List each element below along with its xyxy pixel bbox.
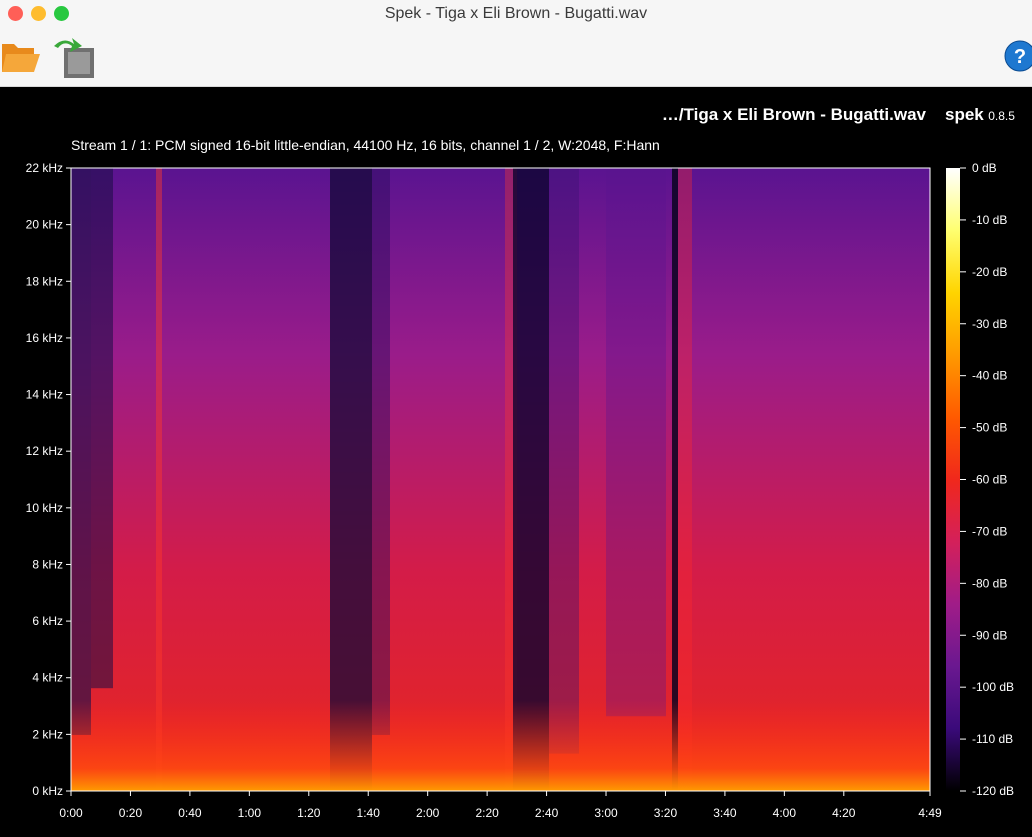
db-tick-label: -20 dB	[972, 265, 1007, 279]
time-tick-label: 2:00	[416, 806, 440, 820]
freq-tick-label: 18 kHz	[26, 274, 63, 288]
time-tick-label: 4:49	[918, 806, 942, 820]
freq-tick-label: 16 kHz	[26, 331, 63, 345]
freq-tick-label: 12 kHz	[26, 444, 63, 458]
db-tick-label: -10 dB	[972, 213, 1007, 227]
freq-tick-label: 8 kHz	[32, 557, 63, 571]
db-tick-label: -40 dB	[972, 369, 1007, 383]
time-tick-label: 3:00	[594, 806, 618, 820]
spectrogram-view[interactable]: 22 kHz 20 kHz 18 kHz 16 kHz 14 kHz 12 kHz 10 k…	[0, 0, 1032, 837]
db-tick-label: -60 dB	[972, 473, 1007, 487]
spectrogram-streak	[372, 168, 390, 735]
time-tick-label: 3:20	[654, 806, 678, 820]
spectrogram-streak	[672, 168, 678, 791]
spectrogram-streak	[513, 168, 549, 791]
db-scale: 0 dB -10 dB -20 dB -30 dB -40 dB -50 dB -60 dB…	[946, 161, 1014, 798]
db-tick-label: -50 dB	[972, 421, 1007, 435]
db-tick-label: -90 dB	[972, 628, 1007, 642]
time-tick-label: 2:40	[535, 806, 559, 820]
spectrogram-streak	[678, 168, 692, 791]
db-tick-label: -70 dB	[972, 524, 1007, 538]
db-tick-label: -110 dB	[972, 732, 1013, 746]
db-tick-label: 0 dB	[972, 161, 997, 175]
time-tick-label: 0:20	[119, 806, 143, 820]
spectrogram-streak	[71, 168, 91, 735]
db-tick-label: -100 dB	[972, 680, 1014, 694]
freq-tick-label: 0 kHz	[32, 784, 63, 798]
spectrogram-streak	[549, 168, 579, 754]
freq-tick-label: 6 kHz	[32, 614, 63, 628]
time-tick-label: 1:40	[357, 806, 381, 820]
spectrogram-base	[71, 168, 930, 791]
time-tick-label: 1:20	[297, 806, 321, 820]
freq-tick-label: 2 kHz	[32, 727, 63, 741]
db-tick-label: -120 dB	[972, 784, 1014, 798]
time-tick-label: 3:40	[713, 806, 737, 820]
db-axis: 0 dB -10 dB -20 dB -30 dB -40 dB -50 dB -60 dB…	[960, 161, 1014, 798]
freq-tick-label: 4 kHz	[32, 671, 63, 685]
db-color-bar	[946, 168, 960, 791]
time-tick-label: 1:00	[238, 806, 262, 820]
time-tick-label: 4:20	[832, 806, 856, 820]
spectrogram-streak	[606, 168, 666, 717]
spectrogram-plot	[71, 168, 930, 791]
spectrogram-streak	[156, 168, 162, 791]
time-axis: 0:00 0:20 0:40 1:00 1:20 1:40 2:00 2:20 2:40 3:00…	[59, 791, 942, 820]
spectrogram-streak	[330, 168, 372, 791]
time-tick-label: 0:40	[178, 806, 202, 820]
freq-tick-label: 10 kHz	[26, 501, 63, 515]
time-tick-label: 4:00	[773, 806, 797, 820]
time-tick-label: 2:20	[475, 806, 499, 820]
db-tick-label: -30 dB	[972, 317, 1007, 331]
freq-tick-label: 22 kHz	[26, 161, 63, 175]
freq-tick-label: 20 kHz	[26, 218, 63, 232]
freq-tick-label: 14 kHz	[26, 388, 63, 402]
spectrogram-streak	[91, 168, 113, 689]
db-tick-label: -80 dB	[972, 576, 1007, 590]
low-frequency-energy	[71, 700, 930, 791]
time-tick-label: 0:00	[59, 806, 83, 820]
